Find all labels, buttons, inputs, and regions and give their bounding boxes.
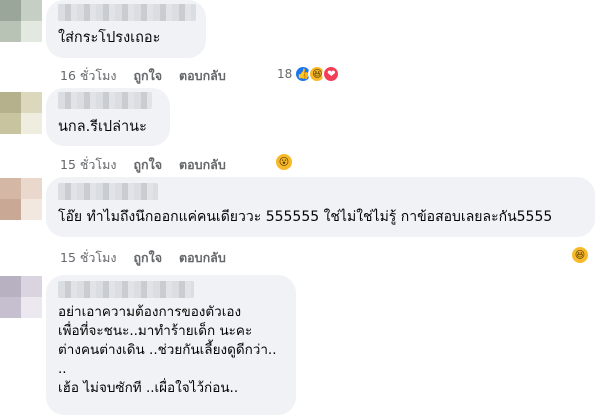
comment-actions: 16 ชั่วโมง ถูกใจ ตอบกลับ (60, 66, 226, 86)
commenter-name[interactable] (58, 281, 194, 298)
reply-button[interactable]: ตอบกลับ (179, 66, 226, 86)
comment-text: โอ๊ย ทำไมถึงนึกออกแค่คนเดียววะ 555555 ใช… (58, 209, 553, 225)
comment-text-line: .. (58, 361, 67, 377)
reply-button[interactable]: ตอบกลับ (179, 248, 226, 268)
reaction-summary[interactable]: 😆 (570, 245, 590, 265)
comment-text: นกล.รีเปล่านะ (58, 119, 147, 135)
comment-timestamp[interactable]: 15 ชั่วโมง (60, 248, 116, 268)
comment-timestamp[interactable]: 15 ชั่วโมง (60, 155, 116, 175)
comment-text: ใส่กระโปรงเถอะ (58, 30, 161, 46)
comment-actions: 15 ชั่วโมง ถูกใจ ตอบกลับ (60, 248, 226, 268)
comment-timestamp[interactable]: 16 ชั่วโมง (60, 66, 116, 86)
avatar[interactable] (0, 178, 42, 220)
reaction-count: 18 (277, 67, 293, 81)
commenter-name[interactable] (58, 4, 196, 21)
comment-text-line: เฮ้อ ไม่จบซักที ..เผื่อใจไว้ก่อน.. (58, 380, 239, 396)
reply-button[interactable]: ตอบกลับ (179, 155, 226, 175)
avatar[interactable] (0, 276, 42, 318)
reaction-summary[interactable]: 😮 (274, 152, 294, 172)
avatar[interactable] (0, 0, 42, 42)
love-icon: ❤ (322, 65, 341, 83)
comment-text-line: ต่างคนต่างเดิน ..ช่วยกันเลี้ยงดูดีกว่า.. (58, 342, 277, 358)
comment-actions: 15 ชั่วโมง ถูกใจ ตอบกลับ (60, 155, 226, 175)
commenter-name[interactable] (58, 183, 158, 200)
commenter-name[interactable] (58, 92, 152, 109)
like-button[interactable]: ถูกใจ (133, 66, 162, 86)
avatar[interactable] (0, 92, 42, 134)
comment-text-line: อย่าเอาความต้องการของตัวเอง (58, 304, 242, 320)
haha-icon: 😆 (570, 245, 590, 265)
like-button[interactable]: ถูกใจ (133, 248, 162, 268)
comment-text-line: เพื่อที่จะชนะ..มาทำร้ายเด็ก นะคะ (58, 323, 253, 339)
reaction-summary[interactable]: 18 👍 😆 ❤ (277, 65, 341, 83)
wow-icon: 😮 (274, 152, 294, 172)
like-button[interactable]: ถูกใจ (133, 155, 162, 175)
